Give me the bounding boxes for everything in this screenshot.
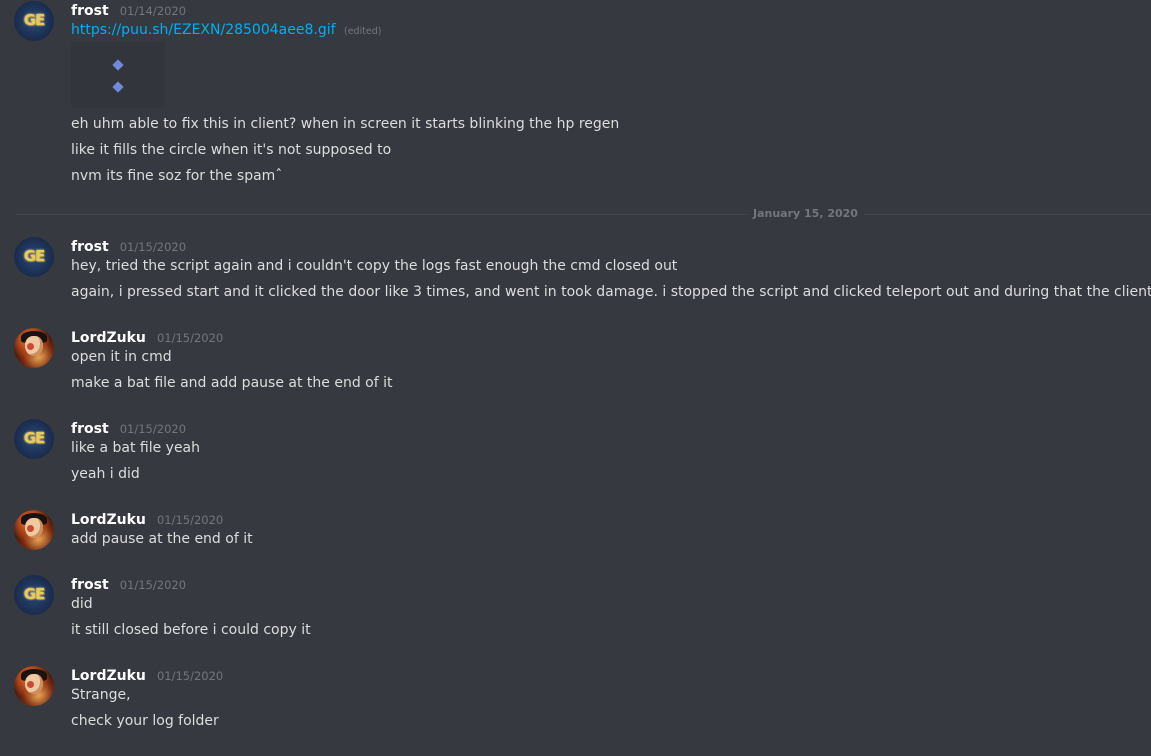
avatar-scar <box>27 343 34 350</box>
message-line: it still closed before i could copy it <box>71 622 311 638</box>
message-timestamp: 01/15/2020 <box>156 331 224 345</box>
user-avatar[interactable]: GE <box>14 419 54 459</box>
user-avatar[interactable] <box>14 328 54 368</box>
message-timestamp: 01/14/2020 <box>119 4 187 18</box>
gif-link[interactable]: https://puu.sh/EZEXN/285004aee8.gif <box>71 22 336 38</box>
avatar-scar <box>27 525 34 532</box>
message-line: https://puu.sh/EZEXN/285004aee8.gif (edi… <box>71 22 382 38</box>
username[interactable]: LordZuku <box>71 668 146 684</box>
user-avatar[interactable]: GE <box>14 575 54 615</box>
avatar-logo-text: GE <box>23 11 46 29</box>
message-timestamp: 01/15/2020 <box>119 240 187 254</box>
avatar-logo-text: GE <box>23 585 46 603</box>
message-header: frost 01/14/2020 <box>71 0 186 19</box>
message-line: hey, tried the script again and i couldn… <box>71 258 678 274</box>
date-divider-label: January 15, 2020 <box>747 207 864 220</box>
message-header: frost 01/15/2020 <box>71 236 186 255</box>
message-timestamp: 01/15/2020 <box>156 669 224 683</box>
username[interactable]: LordZuku <box>71 330 146 346</box>
message-header: LordZuku 01/15/2020 <box>71 327 223 346</box>
message-timestamp: 01/15/2020 <box>119 422 187 436</box>
message-line: again, i pressed start and it clicked th… <box>71 284 1151 300</box>
message-line: like it fills the circle when it's not s… <box>71 142 392 158</box>
username[interactable]: frost <box>71 577 109 593</box>
image-embed-placeholder[interactable] <box>71 42 165 108</box>
username[interactable]: frost <box>71 239 109 255</box>
loading-diamond-icon <box>112 81 124 93</box>
date-divider-line <box>16 214 1151 215</box>
message-header: frost 01/15/2020 <box>71 418 186 437</box>
message-line: check your log folder <box>71 713 219 729</box>
message-line: like a bat file yeah <box>71 440 201 456</box>
user-avatar[interactable] <box>14 510 54 550</box>
avatar-logo-text: GE <box>23 429 46 447</box>
username[interactable]: frost <box>71 3 109 19</box>
message-header: LordZuku 01/15/2020 <box>71 509 223 528</box>
chat-message-list: GE frost 01/14/2020 https://puu.sh/EZEXN… <box>0 0 1151 756</box>
message-line: nvm its fine soz for the spamˆ <box>71 168 283 184</box>
message-timestamp: 01/15/2020 <box>119 578 187 592</box>
avatar-scar <box>27 681 34 688</box>
message-line: did <box>71 596 93 612</box>
user-avatar[interactable] <box>14 666 54 706</box>
message-line: add pause at the end of it <box>71 531 253 547</box>
user-avatar[interactable]: GE <box>14 1 54 41</box>
message-line: eh uhm able to fix this in client? when … <box>71 116 620 132</box>
user-avatar[interactable]: GE <box>14 237 54 277</box>
message-header: LordZuku 01/15/2020 <box>71 665 223 684</box>
avatar-logo-text: GE <box>23 247 46 265</box>
username[interactable]: LordZuku <box>71 512 146 528</box>
message-line: Strange, <box>71 687 131 703</box>
edited-marker: (edited) <box>343 26 382 37</box>
loading-diamond-icon <box>112 59 124 71</box>
message-timestamp: 01/15/2020 <box>156 513 224 527</box>
username[interactable]: frost <box>71 421 109 437</box>
message-line: make a bat file and add pause at the end… <box>71 375 393 391</box>
message-line: yeah i did <box>71 466 140 482</box>
message-header: frost 01/15/2020 <box>71 574 186 593</box>
message-line: open it in cmd <box>71 349 172 365</box>
